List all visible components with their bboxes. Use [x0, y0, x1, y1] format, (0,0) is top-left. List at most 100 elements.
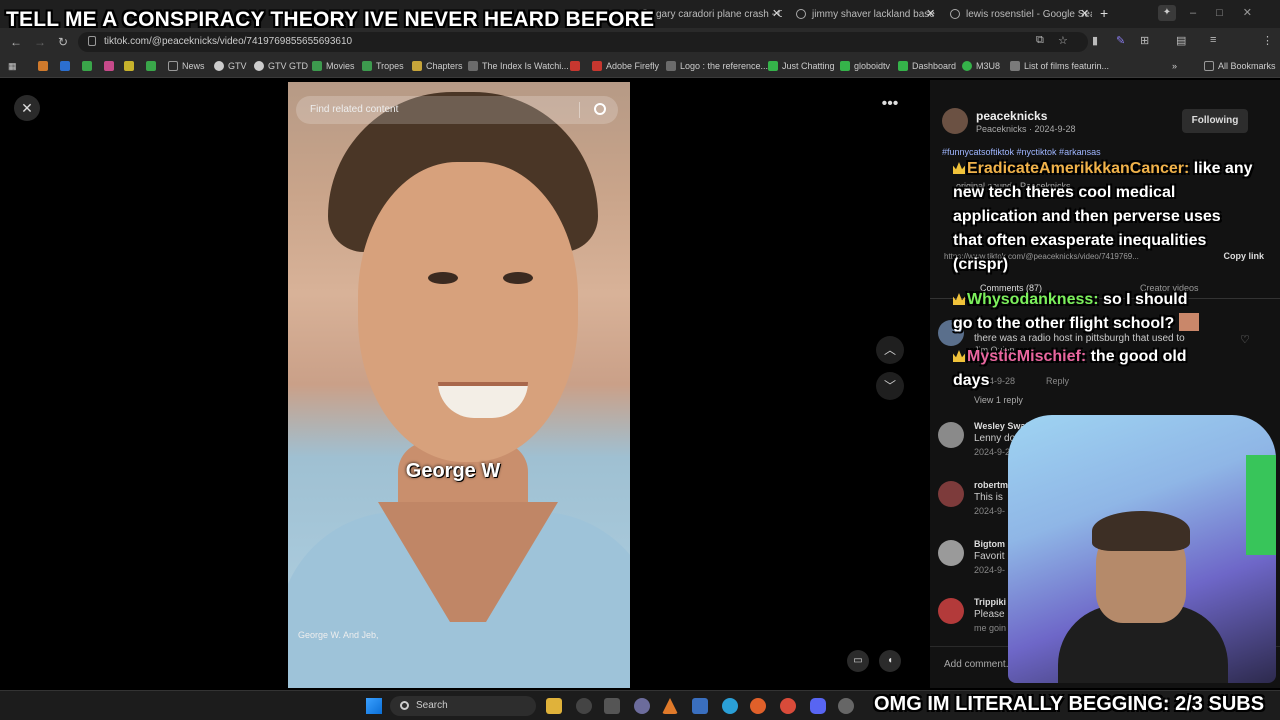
crown-badge-icon	[953, 293, 965, 305]
webcam-person-hair	[1092, 511, 1190, 551]
view-replies-button[interactable]: View 1 reply	[974, 395, 1023, 405]
pip-icon[interactable]: ▭	[847, 650, 869, 672]
url-text[interactable]: tiktok.com/@peaceknicks/video/7419769855…	[104, 36, 352, 47]
bookmark-tropes[interactable]: Tropes	[362, 61, 404, 71]
close-video-button[interactable]: ✕	[14, 95, 40, 121]
bookmark-gtv-gtd[interactable]: GTV GTD	[254, 61, 308, 71]
extension-icon[interactable]: ▮	[1092, 34, 1098, 47]
bookmark-m3u8[interactable]: M3U8	[962, 61, 1000, 71]
bookmark-index[interactable]: The Index Is Watchi...	[468, 61, 569, 71]
windows-start-icon[interactable]	[366, 698, 382, 714]
chat-text: (crispr)	[953, 256, 1009, 273]
new-tab-icon[interactable]: +	[1100, 5, 1108, 21]
sparkle-icon[interactable]: ✦	[1158, 5, 1176, 21]
bookmark-icon-only[interactable]	[60, 61, 70, 71]
site-info-icon[interactable]	[88, 36, 96, 46]
bookmark-just-chatting[interactable]: Just Chatting	[768, 61, 835, 71]
bookmark-news[interactable]: News	[168, 61, 205, 71]
app-icon[interactable]	[604, 698, 620, 714]
chat-message: EradicateAmerikkkanCancer: like any new …	[953, 157, 1253, 277]
video-description: George W. And Jeb,	[298, 630, 379, 640]
bookmark-icon-only[interactable]	[104, 61, 114, 71]
firefox-icon[interactable]	[750, 698, 766, 714]
chat-text: new tech theres cool medical	[953, 184, 1176, 201]
creator-avatar[interactable]	[942, 108, 968, 134]
star-icon[interactable]: ☆	[1058, 34, 1068, 47]
app-icon[interactable]	[692, 698, 708, 714]
heart-icon[interactable]: ♡	[1240, 333, 1250, 346]
chat-text: application and then perverse uses	[953, 208, 1221, 225]
bookmark-adobe-firefly[interactable]: Adobe Firefly	[592, 61, 659, 71]
discord-icon[interactable]	[810, 698, 826, 714]
creator-username[interactable]: peaceknicks	[976, 109, 1047, 123]
chat-text: go to the other flight school?	[953, 315, 1175, 332]
search-icon[interactable]	[594, 103, 606, 115]
video-player[interactable]: Find related content George W George W. …	[288, 82, 630, 688]
chat-text: that often exasperate inequalities	[953, 232, 1207, 249]
bookmark-all[interactable]: All Bookmarks	[1204, 61, 1276, 71]
chevron-down-icon[interactable]: ﹀	[876, 372, 904, 400]
browser-tab[interactable]: gary caradori plane crash - Go	[632, 4, 782, 24]
app-icon[interactable]	[634, 698, 650, 714]
window-controls[interactable]: –□✕	[1190, 6, 1272, 19]
bookmark-movies[interactable]: Movies	[312, 61, 355, 71]
more-options-icon[interactable]: •••	[876, 96, 904, 117]
menu-icon[interactable]: ⋮	[1262, 34, 1273, 47]
comment-text: Favorit	[974, 551, 1005, 562]
bookmark-dashboard[interactable]: Dashboard	[898, 61, 956, 71]
app-icon[interactable]	[576, 698, 592, 714]
avatar[interactable]	[938, 481, 964, 507]
apps-icon[interactable]: ▦	[8, 61, 17, 72]
creator-subline: Peaceknicks · 2024-9-28	[976, 124, 1076, 134]
browser-tab[interactable]: jimmy shaver lackland base - C	[788, 4, 938, 24]
bookmark-globoidtv[interactable]: globoidtv	[840, 61, 890, 71]
bookmark-list-of-films[interactable]: List of films featurin...	[1010, 61, 1109, 71]
close-tab-icon[interactable]: ✕	[772, 7, 781, 20]
add-comment-placeholder: Add comment...	[944, 659, 1015, 670]
volume-icon[interactable]: ◖	[879, 650, 901, 672]
related-search-input[interactable]: Find related content	[296, 96, 618, 124]
comment-date: 2024-9-	[974, 565, 1006, 575]
comment-author[interactable]: Trippiki	[974, 597, 1006, 607]
install-icon[interactable]: ⧉	[1036, 34, 1044, 47]
bookmarks-bar: ▦ News GTV GTV GTD Movies Tropes Chapter…	[0, 56, 1280, 78]
media-icon[interactable]: ≡	[1210, 34, 1216, 46]
close-tab-icon[interactable]: ✕	[1080, 7, 1089, 20]
back-icon[interactable]: ←	[10, 35, 22, 49]
video-hashtags[interactable]: #funnycatsoftiktok #nyctiktok #arkansas	[942, 147, 1101, 157]
chevron-up-icon[interactable]: ︿	[876, 336, 904, 364]
address-bar[interactable]: tiktok.com/@peaceknicks/video/7419769855…	[78, 32, 1088, 52]
bookmark-chapters[interactable]: Chapters	[412, 61, 463, 71]
extensions-puzzle-icon[interactable]: ⊞	[1140, 34, 1149, 47]
bookmark-logo[interactable]: Logo : the reference...	[666, 61, 768, 71]
vlc-icon[interactable]	[662, 698, 678, 714]
file-explorer-icon[interactable]	[546, 698, 562, 714]
bookmark-icon-only[interactable]	[570, 61, 580, 71]
stream-title-overlay: TELL ME A CONSPIRACY THEORY IVE NEVER HE…	[6, 8, 655, 31]
bookmark-icon-only[interactable]	[82, 61, 92, 71]
chrome-icon[interactable]	[780, 698, 796, 714]
avatar[interactable]	[938, 540, 964, 566]
app-icon[interactable]	[838, 698, 854, 714]
edge-icon[interactable]	[722, 698, 738, 714]
comment-author[interactable]: robertm	[974, 480, 1008, 490]
following-button[interactable]: Following	[1182, 109, 1248, 133]
avatar[interactable]	[938, 422, 964, 448]
extension-icon[interactable]: ✎	[1116, 34, 1125, 47]
bookmark-icon-only[interactable]	[146, 61, 156, 71]
bookmark-icon-only[interactable]	[124, 61, 134, 71]
divider	[579, 102, 580, 118]
taskbar-search-label: Search	[416, 700, 448, 711]
sidebar-icon[interactable]: ▤	[1176, 34, 1186, 47]
bookmarks-overflow-icon[interactable]: »	[1172, 61, 1177, 71]
taskbar-search[interactable]: Search	[390, 696, 536, 716]
bookmark-icon-only[interactable]	[38, 61, 48, 71]
comment-author[interactable]: Bigtom	[974, 539, 1005, 549]
chat-text: the good old	[1090, 348, 1187, 365]
close-tab-icon[interactable]: ✕	[926, 7, 935, 20]
avatar[interactable]	[938, 598, 964, 624]
reload-icon[interactable]: ↻	[58, 35, 68, 49]
bookmark-gtv[interactable]: GTV	[214, 61, 247, 71]
forward-icon[interactable]: →	[34, 35, 46, 49]
browser-tab[interactable]: lewis rosenstiel - Google Sear	[942, 4, 1092, 24]
